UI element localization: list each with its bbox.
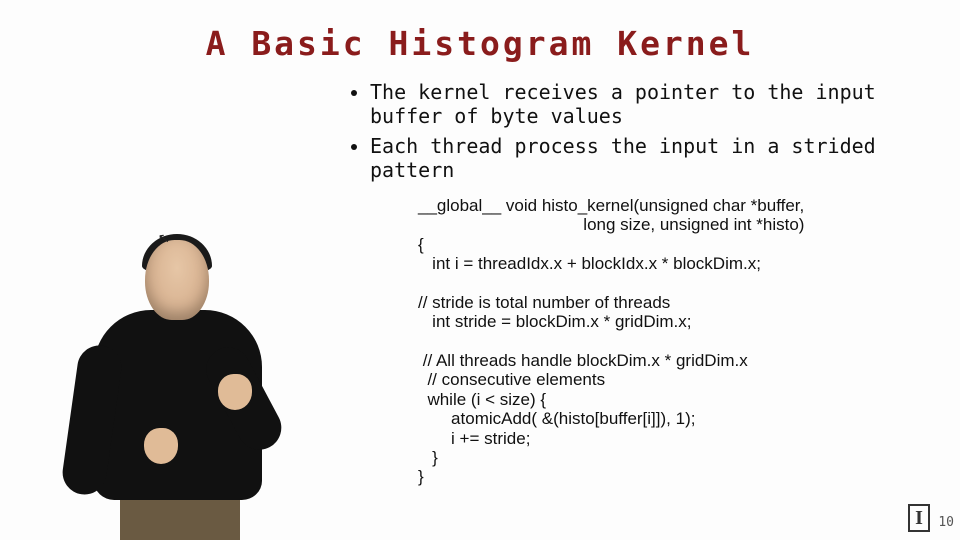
illinois-logo: I — [908, 504, 930, 532]
bullet-list: The kernel receives a pointer to the inp… — [340, 80, 920, 188]
slide-title: A Basic Histogram Kernel — [0, 24, 960, 63]
presenter-hand-right — [218, 374, 252, 410]
page-number: 10 — [938, 515, 954, 530]
cursor-icon: ↖ — [157, 229, 171, 247]
presenter-figure — [70, 230, 280, 540]
slide: A Basic Histogram Kernel The kernel rece… — [0, 0, 960, 540]
code-block: __global__ void histo_kernel(unsigned ch… — [418, 196, 804, 487]
logo-letter: I — [915, 508, 923, 528]
presenter-hand-left — [144, 428, 178, 464]
bullet-2: Each thread process the input in a strid… — [370, 134, 920, 182]
presenter-head — [145, 240, 209, 320]
bullet-1: The kernel receives a pointer to the inp… — [370, 80, 920, 128]
